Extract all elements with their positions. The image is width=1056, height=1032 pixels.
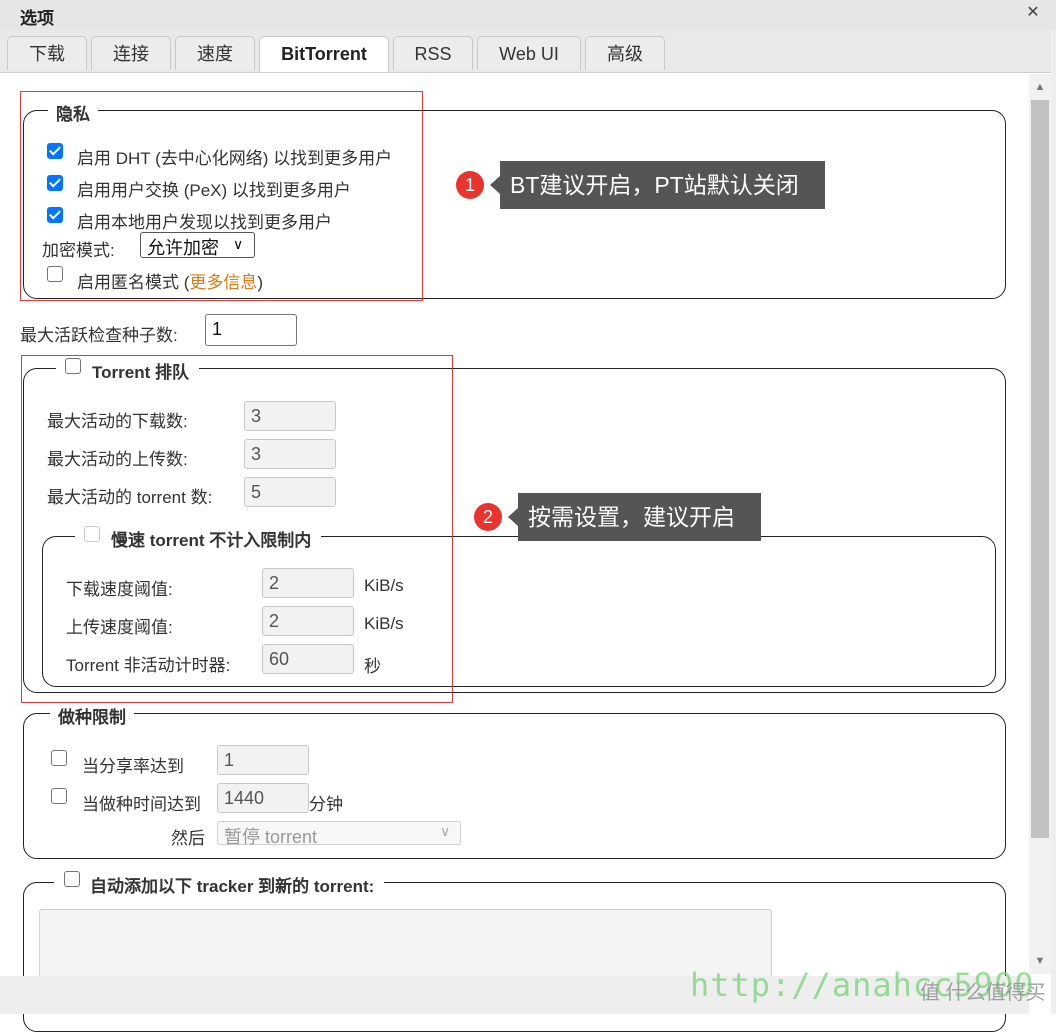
seed-time-input[interactable]: 1440	[217, 783, 309, 813]
close-icon[interactable]: ✕	[1024, 4, 1042, 22]
annotation-box-1	[20, 91, 423, 301]
then-action-select[interactable]: 暂停 torrent ∨	[217, 821, 461, 847]
tab-speed[interactable]: 速度	[175, 36, 255, 70]
seeding-legend: 做种限制	[50, 703, 134, 728]
annotation-number-2: 2	[474, 503, 502, 531]
seed-time-checkbox[interactable]	[51, 788, 67, 804]
scroll-up-icon[interactable]: ▲	[1031, 78, 1049, 96]
tab-bittorrent[interactable]: BitTorrent	[259, 36, 389, 72]
tab-advanced[interactable]: 高级	[585, 36, 665, 70]
annotation-box-2	[21, 355, 453, 703]
dialog-titlebar	[0, 0, 1056, 30]
tab-connection[interactable]: 连接	[91, 36, 171, 70]
chevron-down-icon: ∨	[440, 823, 451, 839]
scrollbar-thumb[interactable]	[1031, 100, 1049, 838]
trackers-checkbox[interactable]	[64, 871, 80, 887]
seed-time-label: 当做种时间达到	[82, 795, 201, 814]
seed-time-unit: 分钟	[309, 795, 343, 814]
trackers-legend-text: 自动添加以下 tracker 到新的 torrent:	[90, 877, 375, 896]
max-checking-label: 最大活跃检查种子数:	[20, 326, 178, 345]
tab-rss[interactable]: RSS	[393, 36, 473, 70]
ratio-label: 当分享率达到	[82, 757, 184, 776]
background-window-edge	[1051, 30, 1056, 1014]
tab-webui[interactable]: Web UI	[477, 36, 581, 70]
brand-watermark: 值 什么值得买	[920, 982, 1046, 1004]
ratio-input[interactable]: 1	[217, 745, 309, 775]
then-action-value: 暂停 torrent	[224, 827, 318, 847]
then-label: 然后	[171, 829, 205, 848]
max-checking-input[interactable]: 1	[205, 314, 297, 346]
annotation-number-1: 1	[456, 171, 484, 199]
ratio-checkbox[interactable]	[51, 750, 67, 766]
trackers-legend: 自动添加以下 tracker 到新的 torrent:	[54, 872, 385, 897]
tab-downloads[interactable]: 下载	[7, 36, 87, 70]
annotation-callout-1: BT建议开启，PT站默认关闭	[490, 161, 825, 209]
annotation-callout-2: 按需设置，建议开启	[508, 493, 761, 541]
dialog-title: 选项	[20, 9, 54, 28]
